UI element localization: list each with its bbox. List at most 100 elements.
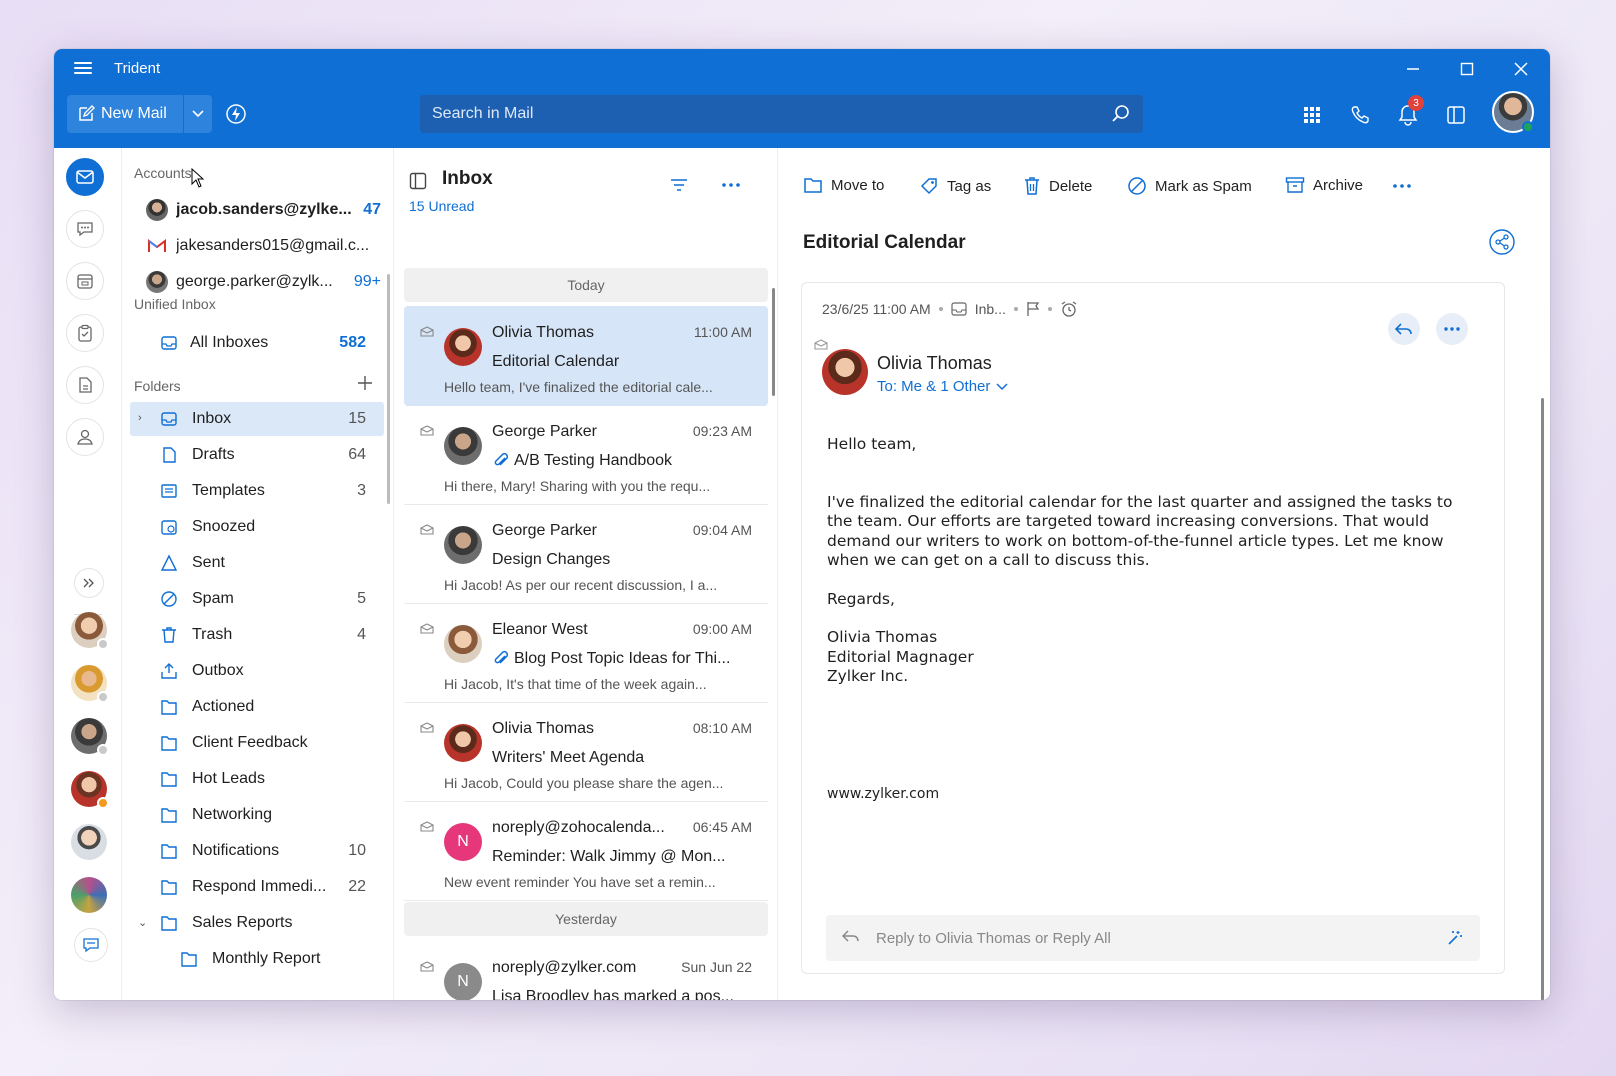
folder-item-templates[interactable]: Templates 3 <box>130 474 384 508</box>
spam-icon <box>1128 177 1146 195</box>
folder-item-trash[interactable]: Trash 4 <box>130 618 384 652</box>
close-button[interactable] <box>1506 55 1536 83</box>
folder-item-outbox[interactable]: Outbox <box>130 654 384 688</box>
list-scrollbar[interactable] <box>772 288 775 396</box>
folder-item-notifications[interactable]: Notifications 10 <box>130 834 384 868</box>
chat-app-button[interactable] <box>66 210 104 248</box>
notes-icon <box>79 377 92 393</box>
folder-item-snoozed[interactable]: Snoozed <box>130 510 384 544</box>
search-input[interactable]: Search in Mail <box>420 95 1143 133</box>
phone-icon[interactable] <box>1346 101 1374 129</box>
contact-avatar-1[interactable] <box>71 612 109 650</box>
search-icon[interactable] <box>1111 104 1131 124</box>
message-item[interactable]: Olivia Thomas 11:00 AM Editorial Calendar H… <box>404 306 768 406</box>
unread-count[interactable]: 15 Unread <box>409 198 474 214</box>
email-subject: Editorial Calendar <box>803 232 966 253</box>
contact-avatar-5[interactable] <box>71 824 107 860</box>
mark-spam-button[interactable]: Mark as Spam <box>1127 176 1252 196</box>
envelope-icon[interactable] <box>420 425 434 436</box>
contact-avatar-4[interactable] <box>71 771 109 809</box>
action-label: Tag as <box>947 177 992 195</box>
sidebar-toggle-icon[interactable] <box>1442 101 1470 129</box>
email-meta: 23/6/25 11:00 AM Inb... <box>822 300 1078 318</box>
delete-button[interactable]: Delete <box>1023 176 1092 196</box>
envelope-icon[interactable] <box>420 623 434 634</box>
folder-item-inbox[interactable]: › Inbox 15 <box>130 402 384 436</box>
folder-item-drafts[interactable]: Drafts 64 <box>130 438 384 472</box>
more-options-icon[interactable] <box>722 183 740 187</box>
apps-grid-icon[interactable] <box>1298 101 1326 129</box>
more-actions-icon[interactable] <box>1393 184 1411 188</box>
folder-item-networking[interactable]: Networking <box>130 798 384 832</box>
reader-scrollbar[interactable] <box>1541 398 1544 1000</box>
folder-icon <box>161 808 177 823</box>
all-inboxes-item[interactable]: All Inboxes 582 <box>130 326 384 360</box>
reminder-alarm-icon[interactable] <box>1060 300 1078 318</box>
minimize-button[interactable] <box>1398 55 1428 83</box>
message-item[interactable]: George Parker 09:04 AM Design Changes Hi Ja… <box>404 504 768 604</box>
account-item[interactable]: jakesanders015@gmail.c... <box>146 233 381 259</box>
folder-item-client-feedback[interactable]: Client Feedback <box>130 726 384 760</box>
folder-item-hot-leads[interactable]: Hot Leads <box>130 762 384 796</box>
share-icon[interactable] <box>1488 228 1516 256</box>
add-folder-icon[interactable] <box>356 374 374 392</box>
contact-avatar-6[interactable] <box>71 877 107 913</box>
new-mail-dropdown[interactable] <box>184 95 212 133</box>
message-item[interactable]: Eleanor West 09:00 AM Blog Post Topic Idea… <box>404 603 768 703</box>
profile-avatar[interactable] <box>1492 91 1534 133</box>
folder-item-sent[interactable]: Sent <box>130 546 384 580</box>
maximize-button[interactable] <box>1452 55 1482 83</box>
account-item[interactable]: jacob.sanders@zylke... 47 <box>146 197 381 223</box>
sender-name[interactable]: Olivia Thomas <box>877 353 992 374</box>
notifications-icon[interactable]: 3 <box>1394 95 1424 129</box>
menu-icon[interactable] <box>74 59 94 79</box>
folder-item-actioned[interactable]: Actioned <box>130 690 384 724</box>
folder-item-spam[interactable]: Spam 5 <box>130 582 384 616</box>
message-item[interactable]: Olivia Thomas 08:10 AM Writers' Meet Agend… <box>404 702 768 802</box>
archive-button[interactable]: Archive <box>1285 176 1363 194</box>
recipients[interactable]: To: Me & 1 Other <box>877 378 1008 395</box>
contact-avatar-3[interactable] <box>71 718 109 756</box>
quick-actions-icon[interactable] <box>224 102 248 126</box>
reply-button[interactable] <box>1388 313 1420 345</box>
message-item[interactable]: Nnoreply@zylker.com Sun Jun 22 Lisa Broodl… <box>404 941 768 1000</box>
tasks-app-button[interactable] <box>66 314 104 352</box>
new-mail-button[interactable]: New Mail <box>67 95 183 133</box>
envelope-icon[interactable] <box>420 821 434 832</box>
message-subject-text: Writers' Meet Agenda <box>492 749 645 766</box>
tag-as-button[interactable]: Tag as <box>919 176 991 196</box>
email-folder[interactable]: Inb... <box>975 301 1006 317</box>
attachment-icon <box>494 650 509 664</box>
envelope-icon[interactable] <box>420 961 434 972</box>
sender-avatar[interactable] <box>822 349 868 395</box>
chevron-right-icon[interactable]: › <box>138 412 142 424</box>
envelope-icon[interactable] <box>420 326 434 337</box>
feedback-button[interactable] <box>74 928 108 962</box>
ai-sparkle-icon[interactable] <box>1446 929 1464 947</box>
envelope-icon[interactable] <box>420 524 434 535</box>
mail-app-button[interactable] <box>66 158 104 196</box>
chevron-down-icon[interactable]: ⌄ <box>138 916 147 929</box>
folder-item-monthly-report[interactable]: Monthly Report <box>130 942 384 976</box>
website-link[interactable]: www.zylker.com <box>827 785 1467 805</box>
contact-avatar-2[interactable] <box>71 665 109 703</box>
notes-app-button[interactable] <box>66 366 104 404</box>
expand-rail-button[interactable] <box>74 568 104 598</box>
calendar-app-button[interactable] <box>66 262 104 300</box>
quick-reply-input[interactable]: Reply to Olivia Thomas or Reply All <box>826 915 1480 961</box>
folder-scrollbar[interactable] <box>387 274 390 504</box>
message-item[interactable]: Nnoreply@zohocalenda... 06:45 AM Reminder:… <box>404 801 768 901</box>
email-more-button[interactable] <box>1436 313 1468 345</box>
message-subject-text: Lisa Broodley has marked a pos... <box>492 988 734 1000</box>
contacts-app-button[interactable] <box>66 418 104 456</box>
avatar-initial: N <box>457 833 469 850</box>
filter-icon[interactable] <box>670 178 688 192</box>
folder-item-sales-reports[interactable]: ⌄ Sales Reports <box>130 906 384 940</box>
message-item[interactable]: George Parker 09:23 AM A/B Testing Handboo… <box>404 405 768 505</box>
account-item[interactable]: george.parker@zylk... 99+ <box>146 269 381 295</box>
collapse-pane-icon[interactable] <box>409 172 427 190</box>
move-to-button[interactable]: Move to <box>803 176 884 194</box>
folder-item-respond-immedi[interactable]: Respond Immedi... 22 <box>130 870 384 904</box>
envelope-icon[interactable] <box>420 722 434 733</box>
flag-icon[interactable] <box>1026 301 1040 317</box>
